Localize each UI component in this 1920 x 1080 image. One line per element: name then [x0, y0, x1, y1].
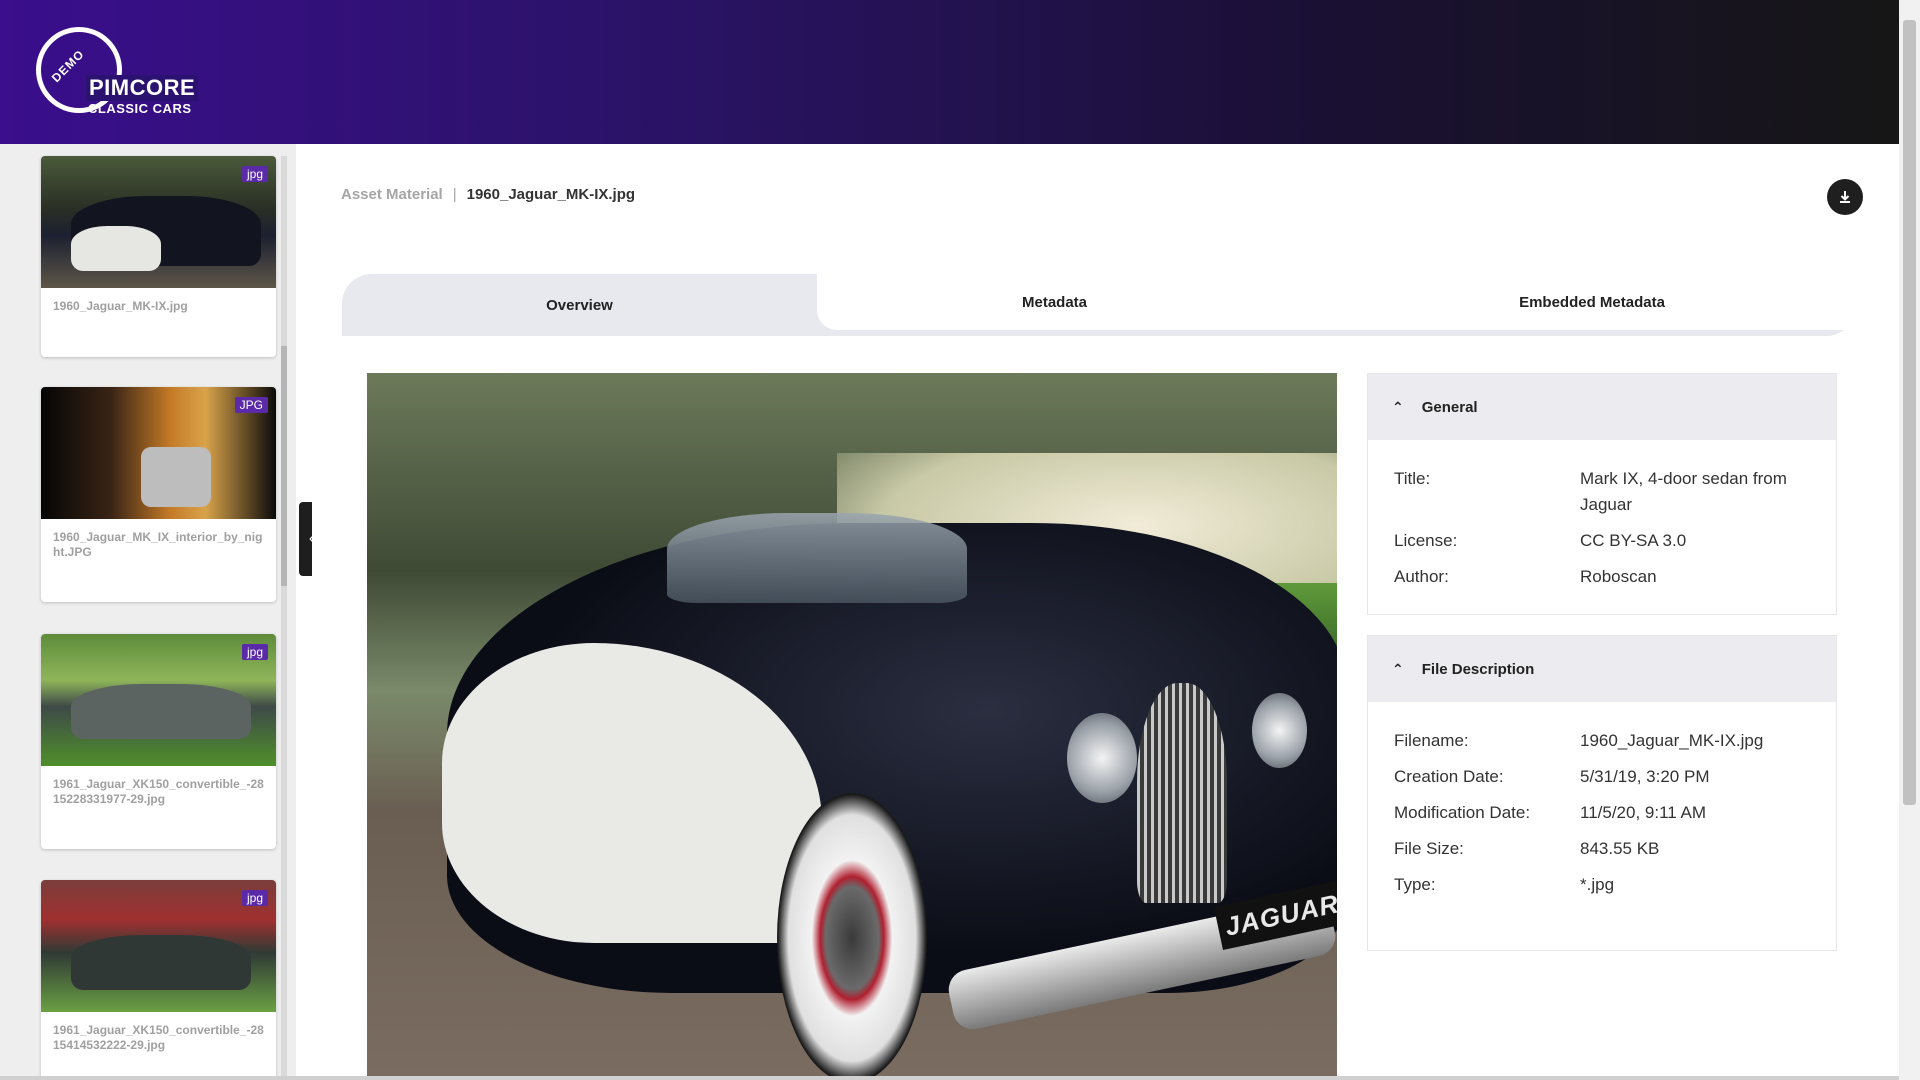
file-description-panel-body: Filename: 1960_Jaguar_MK-IX.jpg Creation …: [1368, 702, 1836, 920]
info-value: 11/5/20, 9:11 AM: [1580, 803, 1707, 822]
info-row: Author: Roboscan: [1394, 564, 1810, 590]
page-scrollbar[interactable]: [1899, 0, 1920, 1080]
asset-thumbnail: jpg: [41, 880, 276, 1012]
info-row: Type: *.jpg: [1394, 872, 1810, 898]
thumbnail-seat-shape: [141, 447, 211, 507]
chevron-up-icon: ⌃: [1392, 660, 1404, 677]
info-row: File Size: 843.55 KB: [1394, 836, 1810, 862]
sidebar-asset-card[interactable]: JPG 1960_Jaguar_MK_IX_interior_by_night.…: [41, 387, 276, 602]
info-key: Creation Date:: [1394, 767, 1504, 786]
image-windshield: [667, 513, 967, 603]
download-button[interactable]: [1827, 179, 1863, 215]
tab-embedded-metadata[interactable]: Embedded Metadata: [1342, 274, 1842, 330]
file-type-badge: jpg: [241, 644, 268, 660]
thumbnail-car-shape: [71, 684, 251, 739]
info-row: Modification Date: 11/5/20, 9:11 AM: [1394, 800, 1810, 826]
chevron-up-icon: ⌃: [1392, 398, 1404, 415]
info-key: File Size:: [1394, 839, 1464, 858]
asset-thumbnail: JPG: [41, 387, 276, 519]
breadcrumb-separator: |: [452, 186, 457, 203]
breadcrumb-current: 1960_Jaguar_MK-IX.jpg: [466, 186, 636, 203]
panel-title: General: [1421, 398, 1478, 416]
info-row: Title: Mark IX, 4-door sedan from Jaguar: [1394, 466, 1810, 518]
file-type-badge: jpg: [241, 890, 268, 906]
logo-brand: PIMCORE: [86, 75, 199, 101]
info-value: *.jpg: [1580, 875, 1615, 894]
image-car-grille: [1137, 683, 1227, 903]
info-key: Author:: [1394, 567, 1449, 586]
info-row: Creation Date: 5/31/19, 3:20 PM: [1394, 764, 1810, 790]
breadcrumb: Asset Material | 1960_Jaguar_MK-IX.jpg: [341, 186, 635, 203]
info-value: Roboscan: [1580, 567, 1657, 586]
info-row: License: CC BY-SA 3.0: [1394, 528, 1810, 554]
window-bottom-border: [0, 1076, 1899, 1080]
tab-bar: Overview Metadata Embedded Metadata: [342, 274, 1856, 336]
general-panel-header[interactable]: ⌃ General: [1368, 374, 1836, 440]
info-row: Filename: 1960_Jaguar_MK-IX.jpg: [1394, 728, 1810, 754]
pimcore-logo[interactable]: DEMO PIMCORE CLASSIC CARS: [36, 27, 206, 119]
asset-preview-image: JAGUAR: [367, 373, 1337, 1080]
breadcrumb-parent-link[interactable]: Asset Material: [341, 186, 443, 203]
image-headlight: [1067, 713, 1137, 803]
asset-detail-panel: Asset Material | 1960_Jaguar_MK-IX.jpg Ove…: [312, 154, 1886, 1080]
image-headlight: [1252, 693, 1307, 768]
thumbnail-car-shape: [71, 935, 251, 990]
asset-filename: 1960_Jaguar_MK_IX_interior_by_night.JPG: [53, 530, 263, 559]
download-icon: [1840, 191, 1850, 203]
info-key: Title:: [1394, 469, 1431, 488]
logo-subtitle: CLASSIC CARS: [88, 101, 192, 116]
file-description-panel: ⌃ File Description Filename: 1960_Jaguar_…: [1367, 635, 1837, 951]
info-value: CC BY-SA 3.0: [1580, 531, 1687, 550]
info-key: Filename:: [1394, 731, 1469, 750]
info-value: 5/31/19, 3:20 PM: [1580, 767, 1710, 786]
asset-sidebar: jpg 1960_Jaguar_MK-IX.jpg JPG 1960_Jagua…: [0, 144, 296, 1080]
site-header: DEMO PIMCORE CLASSIC CARS: [0, 0, 1899, 144]
info-value: 1960_Jaguar_MK-IX.jpg: [1580, 731, 1764, 750]
general-panel-body: Title: Mark IX, 4-door sedan from Jaguar …: [1368, 440, 1836, 612]
file-type-badge: jpg: [241, 166, 268, 182]
info-key: License:: [1394, 531, 1458, 550]
asset-filename: 1960_Jaguar_MK-IX.jpg: [53, 299, 188, 313]
tab-metadata[interactable]: Metadata: [817, 274, 1292, 330]
general-panel: ⌃ General Title: Mark IX, 4-door sedan fr…: [1367, 373, 1837, 615]
sidebar-scrollbar[interactable]: [281, 156, 287, 1080]
asset-thumbnail: jpg: [41, 634, 276, 766]
image-wheel: [777, 793, 927, 1080]
tab-overview[interactable]: Overview: [342, 274, 817, 336]
asset-thumbnail: jpg: [41, 156, 276, 288]
info-key: Type:: [1394, 875, 1436, 894]
info-key: Modification Date:: [1394, 803, 1531, 822]
sidebar-asset-card[interactable]: jpg 1960_Jaguar_MK-IX.jpg: [41, 156, 276, 357]
sidebar-asset-card[interactable]: jpg 1961_Jaguar_XK150_convertible_-28152…: [41, 634, 276, 849]
panel-title: File Description: [1421, 660, 1535, 678]
sidebar-scrollbar-thumb[interactable]: [281, 346, 287, 586]
asset-filename: 1961_Jaguar_XK150_convertible_-281522833…: [53, 777, 264, 806]
info-value: Mark IX, 4-door sedan from Jaguar: [1580, 469, 1787, 514]
info-value: 843.55 KB: [1580, 839, 1660, 858]
file-description-panel-header[interactable]: ⌃ File Description: [1368, 636, 1836, 702]
file-type-badge: JPG: [234, 397, 268, 413]
thumbnail-car-shape: [71, 226, 161, 271]
page-scrollbar-thumb[interactable]: [1903, 20, 1916, 805]
sidebar-asset-card[interactable]: jpg 1961_Jaguar_XK150_convertible_-28154…: [41, 880, 276, 1080]
asset-filename: 1961_Jaguar_XK150_convertible_-281541453…: [53, 1023, 264, 1052]
